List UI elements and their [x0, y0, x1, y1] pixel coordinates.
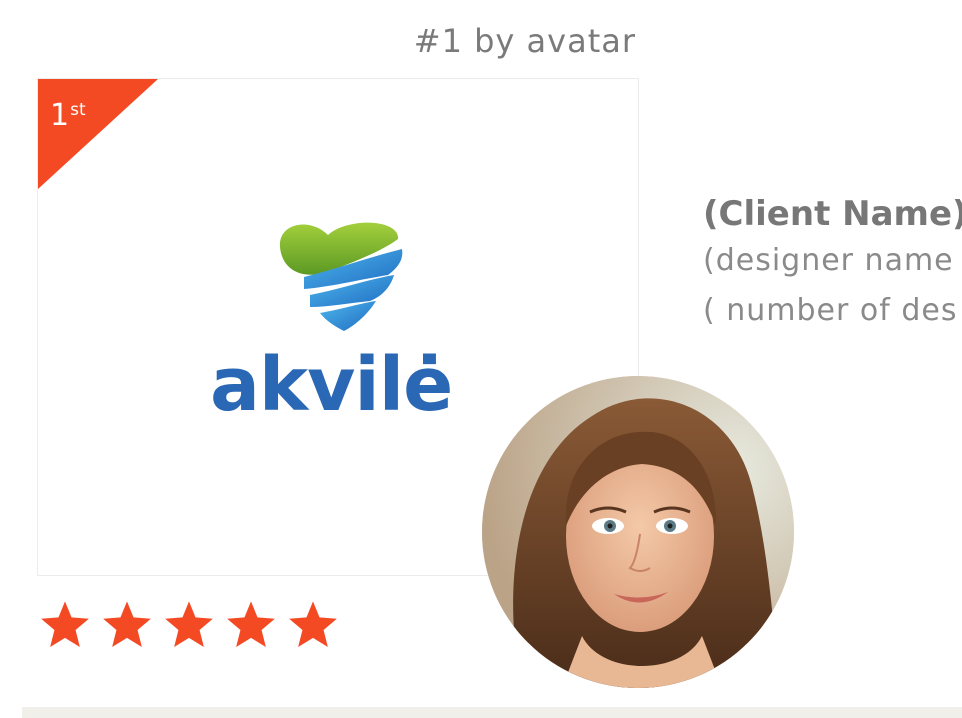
star-icon — [41, 601, 89, 648]
heart-waves-icon — [279, 222, 403, 331]
star-icon — [227, 601, 275, 648]
client-info: (Client Name) (designer name ( number of… — [703, 192, 962, 336]
page-heading: #1 by avatar — [413, 22, 636, 60]
design-count: ( number of des — [703, 293, 958, 328]
designer-avatar[interactable] — [482, 376, 794, 688]
client-name[interactable]: (Client Name) — [703, 192, 962, 236]
rank-number: 1 — [50, 98, 70, 133]
footer-bar — [22, 707, 962, 718]
winner-showcase: #1 by avatar 1st akvilė (Client Name) (d… — [0, 0, 962, 718]
rank-badge: 1st — [50, 98, 86, 135]
star-rating — [38, 598, 340, 652]
rank-suffix: st — [70, 100, 86, 120]
star-icon — [103, 601, 151, 648]
star-icon — [289, 601, 337, 648]
designer-name[interactable]: (designer name — [703, 236, 962, 286]
star-icon — [165, 601, 213, 648]
logo-wordmark: akvilė — [210, 342, 453, 428]
